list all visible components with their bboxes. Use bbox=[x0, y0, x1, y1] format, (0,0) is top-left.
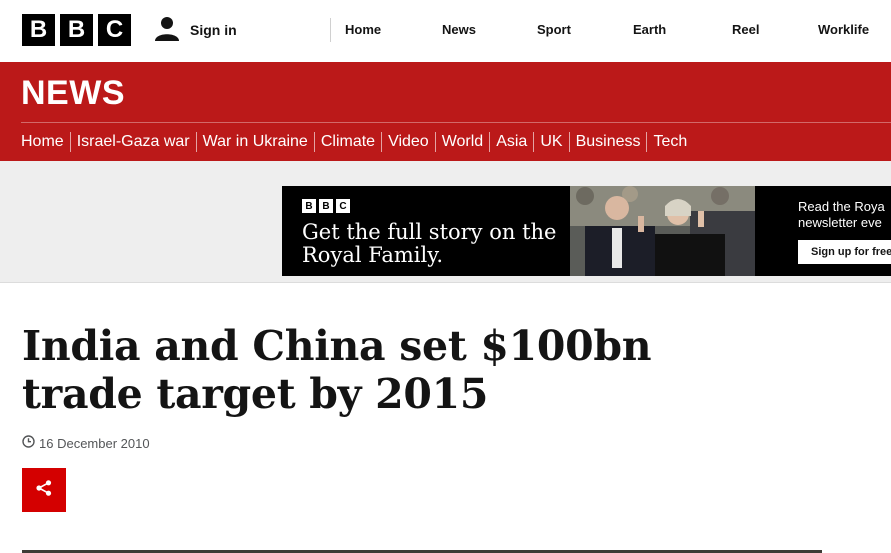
top-nav-sport[interactable]: Sport bbox=[537, 22, 571, 37]
subnav-item-world[interactable]: World bbox=[434, 132, 490, 152]
top-nav-home[interactable]: Home bbox=[345, 22, 381, 37]
ad-signup-button[interactable]: Sign up for free bbox=[798, 240, 891, 264]
news-subnav: Home Israel-Gaza war War in Ukraine Clim… bbox=[21, 132, 693, 152]
ad-photo bbox=[570, 186, 755, 276]
article-headline: India and China set $100bn trade target … bbox=[22, 322, 652, 418]
user-icon bbox=[154, 15, 180, 46]
subnav-item-video[interactable]: Video bbox=[381, 132, 435, 152]
ad-side-text: Read the Roya newsletter eve bbox=[798, 199, 885, 231]
subnav-item-business[interactable]: Business bbox=[568, 132, 647, 152]
ad-logo-letter: C bbox=[336, 199, 350, 213]
top-nav-earth[interactable]: Earth bbox=[633, 22, 666, 37]
share-icon bbox=[35, 479, 53, 502]
ad-logo-letter: B bbox=[319, 199, 333, 213]
article-dateline: 16 December 2010 bbox=[22, 435, 150, 451]
news-title[interactable]: NEWS bbox=[21, 74, 125, 113]
logo-letter: B bbox=[60, 14, 93, 46]
logo-letter: C bbox=[98, 14, 131, 46]
article-date: 16 December 2010 bbox=[39, 435, 150, 451]
ad-headline: Get the full story on the Royal Family. bbox=[302, 220, 557, 267]
sign-in-button[interactable]: Sign in bbox=[154, 16, 237, 44]
bbc-logo[interactable]: B B C bbox=[22, 14, 131, 46]
ad-bbc-logo: B B C bbox=[302, 199, 350, 213]
top-nav-news[interactable]: News bbox=[442, 22, 476, 37]
top-nav-worklife[interactable]: Worklife bbox=[818, 22, 869, 37]
masthead-divider bbox=[21, 122, 891, 123]
subnav-item-asia[interactable]: Asia bbox=[489, 132, 533, 152]
ad-side-text-line: newsletter eve bbox=[798, 215, 882, 230]
subnav-item-tech[interactable]: Tech bbox=[646, 132, 693, 152]
newsletter-ad-banner[interactable]: B B C Get the full story on the Royal Fa… bbox=[282, 186, 891, 276]
share-button[interactable] bbox=[22, 468, 66, 512]
subnav-item-climate[interactable]: Climate bbox=[313, 132, 381, 152]
sign-in-label: Sign in bbox=[190, 22, 237, 38]
subnav-item-war-in-ukraine[interactable]: War in Ukraine bbox=[195, 132, 314, 152]
news-masthead: NEWS Home Israel-Gaza war War in Ukraine… bbox=[0, 62, 891, 161]
top-nav: Home News Sport Earth Reel Worklife bbox=[330, 18, 891, 42]
ad-zone: B B C Get the full story on the Royal Fa… bbox=[0, 161, 891, 283]
top-bar: B B C Sign in Home News Sport Earth Reel… bbox=[0, 0, 891, 60]
subnav-item-home[interactable]: Home bbox=[21, 132, 70, 152]
ad-side-text-line: Read the Roya bbox=[798, 199, 885, 214]
subnav-item-israel-gaza-war[interactable]: Israel-Gaza war bbox=[69, 132, 196, 152]
subnav-item-uk[interactable]: UK bbox=[533, 132, 568, 152]
clock-icon bbox=[22, 435, 35, 451]
top-nav-reel[interactable]: Reel bbox=[732, 22, 759, 37]
logo-letter: B bbox=[22, 14, 55, 46]
ad-logo-letter: B bbox=[302, 199, 316, 213]
